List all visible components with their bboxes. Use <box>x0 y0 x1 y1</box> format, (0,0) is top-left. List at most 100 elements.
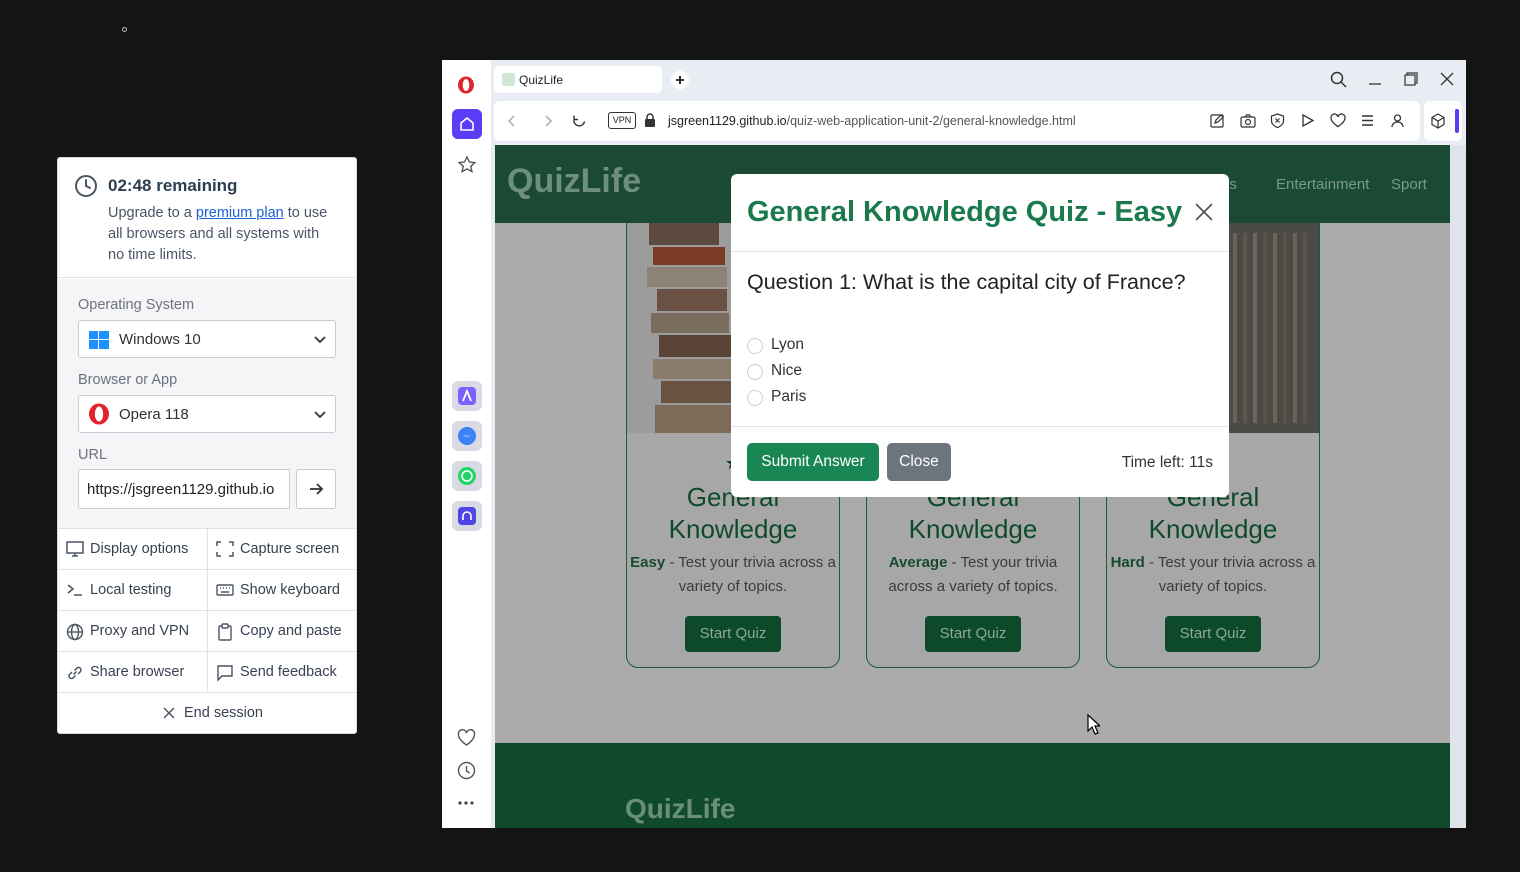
modal-close-icon[interactable] <box>1194 202 1214 222</box>
question-text: Question 1: What is the capital city of … <box>747 270 1186 294</box>
card-level: Average <box>888 554 948 571</box>
submit-answer-button[interactable]: Submit Answer <box>747 443 879 481</box>
nav-link-entertainment[interactable]: Entertainment <box>1276 176 1369 193</box>
local-testing-label: Local testing <box>90 582 172 598</box>
back-icon[interactable] <box>505 114 519 128</box>
upgrade-prefix: Upgrade to a <box>108 205 196 221</box>
capture-icon <box>216 541 234 557</box>
search-icon[interactable] <box>1330 71 1347 88</box>
url-input[interactable]: https://jsgreen1129.github.io <box>78 469 290 509</box>
nav-link-sport[interactable]: Sport <box>1391 176 1427 193</box>
tab-favicon-icon <box>502 73 515 86</box>
card-level: Easy <box>630 554 666 571</box>
address-url[interactable]: jsgreen1129.github.io/quiz-web-applicati… <box>668 114 1076 128</box>
star-icon[interactable] <box>452 150 482 180</box>
copy-paste-button[interactable]: Copy and paste <box>207 610 356 651</box>
start-quiz-button[interactable]: Start Quiz <box>1165 616 1261 652</box>
history-icon[interactable] <box>457 761 476 780</box>
minimize-icon[interactable] <box>1368 72 1382 86</box>
cube-icon <box>1430 113 1446 129</box>
camera-icon[interactable] <box>1240 113 1256 128</box>
site-brand[interactable]: QuizLife <box>507 162 641 201</box>
upgrade-text: Upgrade to a premium plan to use all bro… <box>108 203 338 266</box>
tab-title: QuizLife <box>519 73 564 87</box>
home-icon[interactable] <box>452 109 482 139</box>
url-path: /quiz-web-application-unit-2/general-kno… <box>786 114 1076 128</box>
radio-button[interactable] <box>747 338 763 354</box>
url-domain: jsgreen1129.github.io <box>668 114 787 128</box>
modal-divider <box>731 426 1229 427</box>
radio-button[interactable] <box>747 390 763 406</box>
opera-logo-icon[interactable] <box>457 76 475 94</box>
browser-value: Opera 118 <box>119 406 189 423</box>
shield-icon[interactable] <box>1270 113 1285 128</box>
music-player-icon[interactable] <box>452 501 482 531</box>
card-desc-text: - Test your trivia across a variety of t… <box>1144 554 1316 595</box>
profile-icon[interactable] <box>1390 113 1405 128</box>
os-label: Operating System <box>78 297 195 313</box>
play-icon[interactable] <box>1300 113 1315 128</box>
end-session-label: End session <box>184 705 263 721</box>
timer-section: 02:48 remaining Upgrade to a premium pla… <box>58 158 356 278</box>
message-icon <box>216 664 234 682</box>
browser-select[interactable]: Opera 118 <box>78 395 336 433</box>
terminal-icon <box>66 582 84 598</box>
chevron-down-icon <box>313 407 327 421</box>
site-footer: QuizLife <box>495 743 1450 828</box>
browser-tab[interactable]: QuizLife <box>494 66 662 93</box>
copy-paste-label: Copy and paste <box>240 623 342 639</box>
timer-remaining: 02:48 remaining <box>108 176 238 195</box>
more-icon[interactable] <box>457 800 475 806</box>
aria-icon[interactable] <box>452 381 482 411</box>
status-dot <box>122 27 127 32</box>
start-quiz-button[interactable]: Start Quiz <box>925 616 1021 652</box>
arrow-right-icon <box>308 481 324 497</box>
monitor-icon <box>66 541 84 557</box>
end-session-button[interactable]: End session <box>58 692 356 733</box>
lock-icon[interactable] <box>644 113 656 128</box>
extensions-button[interactable] <box>1424 101 1462 141</box>
quiz-modal: General Knowledge Quiz - Easy Question 1… <box>731 174 1229 497</box>
restore-icon[interactable] <box>1404 72 1418 86</box>
start-quiz-button[interactable]: Start Quiz <box>685 616 781 652</box>
proxy-vpn-label: Proxy and VPN <box>90 623 190 639</box>
reload-icon[interactable] <box>572 114 587 129</box>
chevron-down-icon <box>313 332 327 346</box>
heart-icon[interactable] <box>1330 113 1346 128</box>
send-feedback-button[interactable]: Send feedback <box>207 651 356 692</box>
show-keyboard-button[interactable]: Show keyboard <box>207 569 356 610</box>
close-icon <box>162 706 176 720</box>
close-window-icon[interactable] <box>1440 72 1454 86</box>
send-feedback-label: Send feedback <box>240 664 337 680</box>
close-button[interactable]: Close <box>887 443 951 481</box>
proxy-vpn-button[interactable]: Proxy and VPN <box>58 610 207 651</box>
browser-label: Browser or App <box>78 372 178 388</box>
globe-icon <box>66 623 84 641</box>
card-description: Average - Test your trivia across a vari… <box>867 551 1079 599</box>
clipboard-icon <box>216 623 234 641</box>
menu-icon[interactable] <box>1360 113 1375 128</box>
card-description: Hard - Test your trivia across a variety… <box>1107 551 1319 599</box>
edit-icon[interactable] <box>1210 113 1225 128</box>
page-scrollbar[interactable] <box>1450 145 1466 828</box>
url-go-button[interactable] <box>296 469 336 509</box>
whatsapp-icon[interactable] <box>452 461 482 491</box>
new-tab-button[interactable] <box>671 71 689 89</box>
answer-label: Lyon <box>771 336 805 353</box>
os-select[interactable]: Windows 10 <box>78 320 336 358</box>
share-browser-button[interactable]: Share browser <box>58 651 207 692</box>
radio-button[interactable] <box>747 364 763 380</box>
vpn-badge[interactable]: VPN <box>608 112 636 129</box>
side-panel-indicator <box>1455 109 1459 133</box>
url-label: URL <box>78 447 108 463</box>
messenger-icon[interactable] <box>452 421 482 451</box>
forward-icon[interactable] <box>541 114 555 128</box>
display-options-button[interactable]: Display options <box>58 528 207 569</box>
premium-plan-link[interactable]: premium plan <box>196 205 284 221</box>
opera-sidebar <box>442 60 491 828</box>
opera-icon <box>88 403 110 425</box>
local-testing-button[interactable]: Local testing <box>58 569 207 610</box>
link-icon <box>66 664 84 682</box>
capture-screen-button[interactable]: Capture screen <box>207 528 356 569</box>
heart-icon[interactable] <box>457 729 476 747</box>
